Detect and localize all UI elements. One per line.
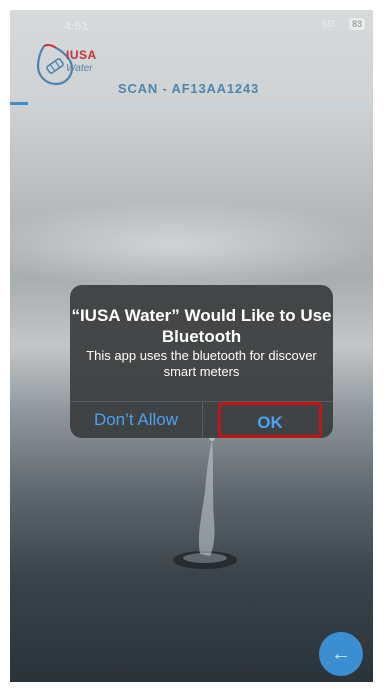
- dialog-button-divider: [202, 401, 203, 438]
- page-title: SCAN - AF13AA1243: [118, 81, 259, 96]
- dialog-title: “IUSA Water” Would Like to Use Bluetooth: [71, 306, 332, 346]
- app-header: IUSA Water SCAN - AF13AA1243: [10, 34, 373, 104]
- battery-icon: 83: [348, 18, 365, 30]
- brand-name: IUSA: [66, 48, 97, 62]
- dont-allow-button[interactable]: Don’t Allow: [70, 401, 202, 438]
- ok-button[interactable]: OK: [218, 402, 322, 438]
- brand-subtitle: Water: [66, 63, 93, 74]
- tab-indicator: [10, 102, 28, 105]
- water-splash-image: [173, 435, 237, 569]
- bluetooth-permission-dialog: “IUSA Water” Would Like to Use Bluetooth…: [70, 285, 333, 438]
- network-label: 5G: [321, 19, 335, 30]
- status-time: 4:51: [64, 19, 89, 33]
- header-divider: [10, 102, 373, 104]
- arrow-left-icon: ←: [331, 643, 351, 665]
- dialog-message: This app uses the bluetooth for discover…: [86, 348, 317, 379]
- signal-icon: ...: [309, 20, 321, 31]
- background-mist: [10, 200, 373, 290]
- back-fab-button[interactable]: ←: [319, 632, 363, 676]
- app-screen: 4:51 ... 5G 83 IUSA Water SCAN - AF13AA1…: [10, 10, 373, 682]
